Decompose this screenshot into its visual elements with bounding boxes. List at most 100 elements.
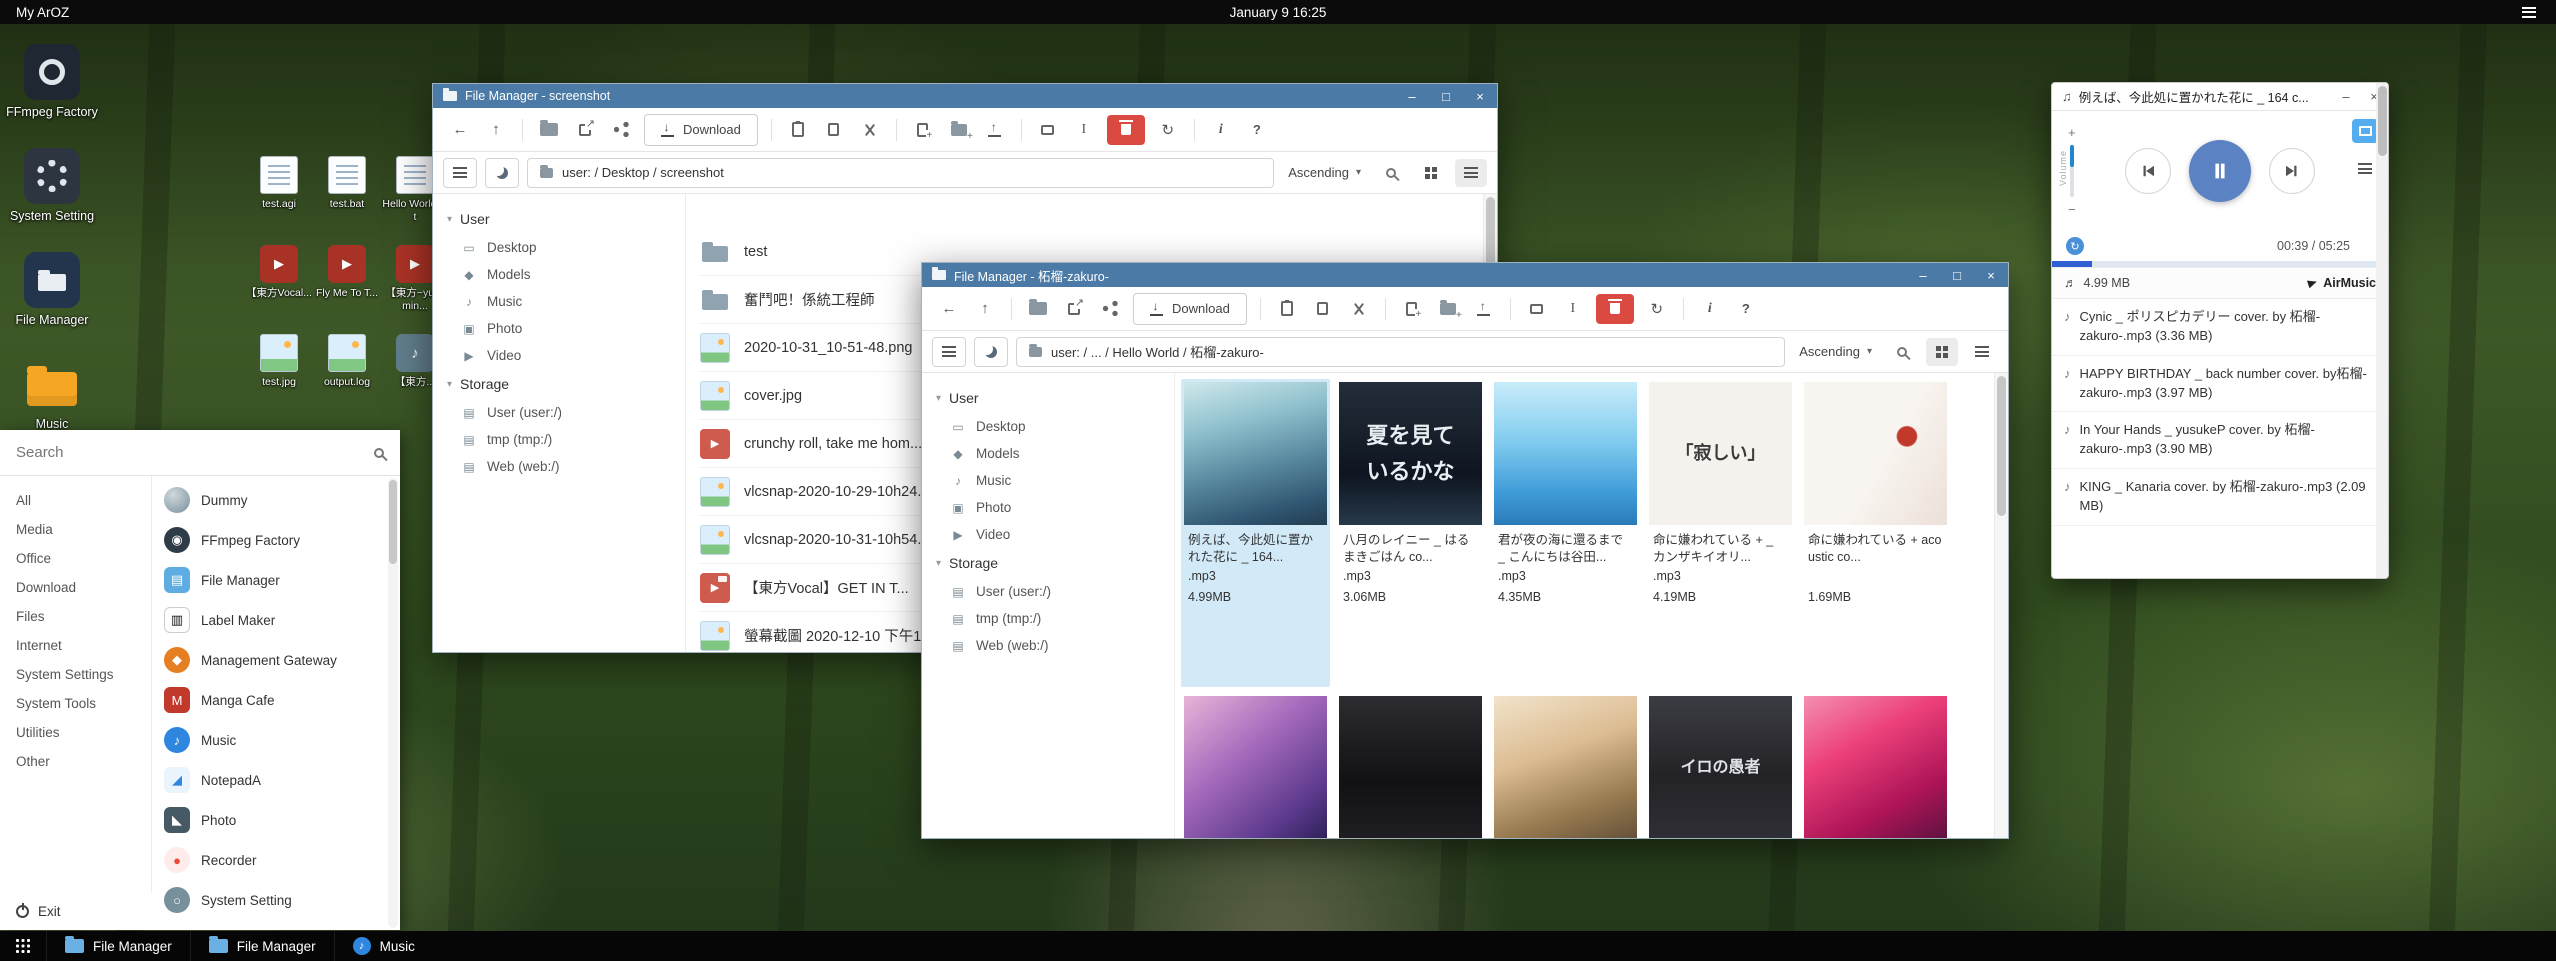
upload-button[interactable]: [978, 114, 1012, 146]
category-item[interactable]: Other: [0, 747, 151, 776]
back-button[interactable]: ←: [932, 293, 966, 325]
sidebar-item[interactable]: ◆Models: [922, 440, 1174, 467]
desktop-icon-ffmpeg-factory[interactable]: FFmpeg Factory: [6, 44, 98, 119]
app-list-item[interactable]: ◆ Management Gateway: [152, 640, 400, 680]
refresh-button[interactable]: ↻: [1640, 293, 1674, 325]
pause-button[interactable]: [2189, 140, 2251, 202]
app-list-item[interactable]: ● Recorder: [152, 840, 400, 880]
sidebar-item[interactable]: ▤tmp (tmp:/): [433, 426, 685, 453]
file-tile[interactable]: 幽霊東京 Ayase...: [1801, 693, 1950, 838]
open-new-window-button[interactable]: [1057, 293, 1091, 325]
next-button[interactable]: [2269, 148, 2315, 194]
download-button[interactable]: Download: [644, 114, 758, 146]
desktop-file-icon[interactable]: Fly Me To T...: [314, 245, 380, 312]
sidebar-item[interactable]: ▤Web (web:/): [433, 453, 685, 480]
desktop-file-icon[interactable]: test.bat: [314, 156, 380, 223]
up-button[interactable]: ↑: [479, 114, 513, 146]
app-list-item[interactable]: ♪ Music: [152, 720, 400, 760]
sidebar-item[interactable]: ▶Video: [922, 521, 1174, 548]
sidebar-section-storage[interactable]: ▾Storage: [922, 548, 1174, 578]
share-button[interactable]: [1093, 293, 1127, 325]
file-tile[interactable]: イロの愚者 亡霊圏少年 Avery...: [1646, 693, 1795, 838]
desktop-icon-file-manager[interactable]: File Manager: [6, 252, 98, 327]
properties-button[interactable]: [1520, 293, 1554, 325]
close-button[interactable]: ×: [1974, 263, 2008, 287]
grid-view-button[interactable]: [1926, 338, 1958, 366]
repeat-button[interactable]: ↻: [2066, 237, 2084, 255]
search-icon[interactable]: [374, 448, 384, 458]
sort-dropdown[interactable]: Ascending▾: [1793, 344, 1878, 359]
new-folder-button[interactable]: [1431, 293, 1465, 325]
taskbar-item[interactable]: File Manager: [190, 931, 334, 961]
info-button[interactable]: i: [1693, 293, 1727, 325]
category-item[interactable]: Download: [0, 573, 151, 602]
minimize-button[interactable]: –: [1395, 84, 1429, 108]
new-file-button[interactable]: [1395, 293, 1429, 325]
sidebar-item[interactable]: ▤User (user:/): [433, 399, 685, 426]
file-tile[interactable]: 例えば、今此処に置かれた花に _ 164... .mp3 4.99MB: [1181, 379, 1330, 687]
playlist-item[interactable]: ♪In Your Hands _ yusukeP cover. by 柘榴-za…: [2052, 412, 2388, 469]
desktop-file-icon[interactable]: test.agi: [246, 156, 312, 223]
minimize-button[interactable]: –: [1906, 263, 1940, 287]
playlist-item[interactable]: ♪HAPPY BIRTHDAY _ back number cover. by柘…: [2052, 356, 2388, 413]
category-item[interactable]: Utilities: [0, 718, 151, 747]
new-file-button[interactable]: [906, 114, 940, 146]
help-button[interactable]: ?: [1729, 293, 1763, 325]
playlist-item[interactable]: ♪KING _ Kanaria cover. by 柘榴-zakuro-.mp3…: [2052, 469, 2388, 526]
help-button[interactable]: ?: [1240, 114, 1274, 146]
window-titlebar[interactable]: File Manager - 柘榴-zakuro- – □ ×: [922, 263, 2008, 287]
up-button[interactable]: ↑: [968, 293, 1002, 325]
desktop-icon-music[interactable]: Music: [6, 356, 98, 431]
sidebar-item[interactable]: ▭Desktop: [922, 413, 1174, 440]
search-button[interactable]: [1375, 159, 1407, 187]
sidebar-item[interactable]: ◆Models: [433, 261, 685, 288]
sidebar-section-user[interactable]: ▾User: [433, 204, 685, 234]
sidebar-item[interactable]: ▤Web (web:/): [922, 632, 1174, 659]
info-button[interactable]: i: [1204, 114, 1238, 146]
download-button[interactable]: Download: [1133, 293, 1247, 325]
player-menu-button[interactable]: [2358, 161, 2372, 179]
desktop-file-icon[interactable]: 【東方Vocal...: [246, 245, 312, 312]
app-list-item[interactable]: ▥ Label Maker: [152, 600, 400, 640]
sidebar-item[interactable]: ▣Photo: [922, 494, 1174, 521]
sort-dropdown[interactable]: Ascending▾: [1282, 165, 1367, 180]
open-button[interactable]: [532, 114, 566, 146]
category-item[interactable]: Office: [0, 544, 151, 573]
category-item[interactable]: Media: [0, 515, 151, 544]
app-list-item[interactable]: ◢ NotepadA: [152, 760, 400, 800]
paste-button[interactable]: [781, 114, 815, 146]
app-list-item[interactable]: M Manga Cafe: [152, 680, 400, 720]
desktop-icon-system-setting[interactable]: System Setting: [6, 148, 98, 223]
playlist-item[interactable]: ♪Cynic _ ポリスピカデリー cover. by 柘榴-zakuro-.m…: [2052, 299, 2388, 356]
delete-button[interactable]: [1596, 294, 1634, 324]
airmusic-button[interactable]: AirMusic: [2308, 276, 2376, 290]
cut-button[interactable]: [1342, 293, 1376, 325]
window-titlebar[interactable]: File Manager - screenshot – □ ×: [433, 84, 1497, 108]
player-titlebar[interactable]: ♫ 例えば、今此処に置かれた花に _ 164 c... – ×: [2052, 83, 2388, 111]
desktop-file-icon[interactable]: test.jpg: [246, 334, 312, 389]
copy-button[interactable]: [1306, 293, 1340, 325]
file-tile[interactable]: 薄ら氷心中 cover...: [1491, 693, 1640, 838]
open-new-window-button[interactable]: [568, 114, 602, 146]
category-item[interactable]: Files: [0, 602, 151, 631]
breadcrumb[interactable]: user: / ... / Hello World / 柘榴-zakuro-: [1016, 337, 1785, 367]
list-view-button[interactable]: [1455, 159, 1487, 187]
app-launcher-button[interactable]: [0, 931, 46, 961]
menu-toggle-button[interactable]: [443, 158, 477, 188]
previous-button[interactable]: [2125, 148, 2171, 194]
category-item[interactable]: Internet: [0, 631, 151, 660]
sidebar-item[interactable]: ▶Video: [433, 342, 685, 369]
exit-button[interactable]: Exit: [0, 893, 152, 930]
cut-button[interactable]: [853, 114, 887, 146]
category-item[interactable]: System Settings: [0, 660, 151, 689]
sidebar-section-storage[interactable]: ▾Storage: [433, 369, 685, 399]
upload-button[interactable]: [1467, 293, 1501, 325]
rename-button[interactable]: I: [1556, 293, 1590, 325]
breadcrumb[interactable]: user: / Desktop / screenshot: [527, 158, 1274, 188]
close-button[interactable]: ×: [1463, 84, 1497, 108]
sidebar-item[interactable]: ▣Photo: [433, 315, 685, 342]
desktop-file-icon[interactable]: output.log: [314, 334, 380, 389]
search-button[interactable]: [1886, 338, 1918, 366]
file-tile[interactable]: 憂 _ HamP cover...: [1336, 693, 1485, 838]
taskbar-item[interactable]: File Manager: [46, 931, 190, 961]
